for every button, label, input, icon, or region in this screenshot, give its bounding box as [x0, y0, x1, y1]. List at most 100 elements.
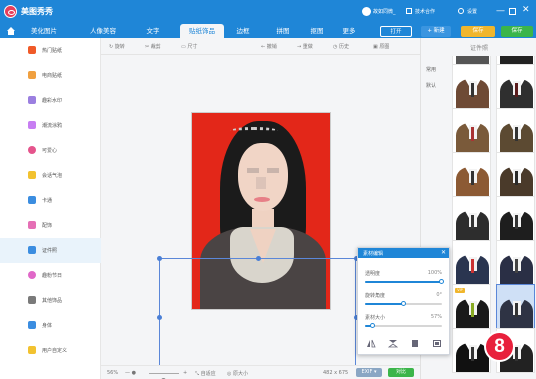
size-label: 尺寸: [187, 44, 198, 50]
shop-icon: [28, 71, 36, 79]
close-icon[interactable]: ✕: [522, 5, 530, 15]
suit-thumbnail[interactable]: [496, 108, 535, 153]
original-button[interactable]: ▣ 原图: [373, 43, 389, 50]
opacity-value: 100%: [427, 270, 442, 276]
suit-thumbnail[interactable]: [496, 284, 535, 329]
festival-icon: [28, 271, 36, 279]
sidebar-item[interactable]: 可爱心: [0, 138, 101, 163]
rotate-angle-slider[interactable]: [365, 301, 442, 306]
fit-button[interactable]: ⤡ 自适应: [195, 370, 216, 377]
tab-collage[interactable]: 拼图: [268, 24, 298, 38]
original-size-label: 原大小: [232, 371, 248, 377]
sidebar-item[interactable]: 身体: [0, 313, 101, 338]
sidebar-item[interactable]: 会话气泡: [0, 163, 101, 188]
sidebar-item[interactable]: 趣彩水印: [0, 88, 101, 113]
app-window: 美图秀秀 故如同微_ 技术合作 设置 — ✕ 美化图片 人像美容 文字 贴纸饰品…: [0, 0, 536, 379]
rotate-angle-label: 旋转角度: [365, 293, 386, 299]
sticker-selection-box[interactable]: [157, 256, 359, 378]
suit-tie: [515, 347, 518, 361]
new-button-label: 新建: [433, 28, 445, 34]
suit-tie: [471, 347, 474, 361]
resize-handle-left[interactable]: [157, 315, 162, 320]
sidebar-item[interactable]: 潮流涂鸦: [0, 113, 101, 138]
save-as-button[interactable]: 保存: [461, 26, 495, 37]
opacity-label: 透明度: [365, 271, 381, 277]
tab-frames[interactable]: 边框: [228, 24, 258, 38]
suit-thumbnail[interactable]: [496, 152, 535, 197]
rotate-tool[interactable]: ↻ 旋转: [109, 43, 125, 50]
open-button[interactable]: 打开: [380, 26, 412, 37]
tab-default[interactable]: 默认: [426, 82, 436, 89]
maximize-icon[interactable]: [509, 8, 516, 15]
suit-thumbnail[interactable]: [452, 240, 491, 285]
suit-thumbnail[interactable]: [496, 196, 535, 241]
vip-badge: VIP: [455, 288, 465, 293]
sidebar-item[interactable]: 卡通: [0, 188, 101, 213]
flip-horizontal-icon[interactable]: [366, 339, 376, 348]
tab-more[interactable]: 更多: [334, 24, 364, 38]
tech-cooperation-link[interactable]: 技术合作: [415, 8, 435, 15]
save-button[interactable]: 保存: [501, 26, 533, 37]
layer-icon[interactable]: [410, 339, 420, 348]
compare-label: 对比: [395, 369, 406, 375]
suit-thumbnail[interactable]: VIP: [452, 284, 491, 329]
zoom-in-button[interactable]: +: [183, 370, 187, 376]
sidebar-item[interactable]: 配饰: [0, 213, 101, 238]
tab-stickers[interactable]: 贴纸饰品: [180, 24, 224, 38]
sidebar-item[interactable]: 用户自定义: [0, 338, 101, 363]
main-nav: 美化图片 人像美容 文字 贴纸饰品 边框 拼图 抠图 更多 打开 + 新建 保存…: [0, 24, 536, 38]
opacity-slider-knob[interactable]: [439, 279, 444, 284]
suit-thumbnail[interactable]: [452, 64, 491, 109]
suit-thumbnail[interactable]: [452, 196, 491, 241]
size-tool[interactable]: ▭ 尺寸: [181, 43, 197, 50]
home-icon[interactable]: [7, 27, 15, 35]
user-avatar[interactable]: [362, 7, 371, 16]
original-size-button[interactable]: ◎ 原大小: [227, 370, 248, 377]
zoom-slider[interactable]: [149, 373, 179, 379]
gear-icon: [458, 8, 464, 14]
tab-cutout[interactable]: 抠图: [302, 24, 332, 38]
undo-button[interactable]: ← 撤销: [261, 43, 277, 50]
suit-thumbnail[interactable]: [452, 152, 491, 197]
suit-tie: [515, 127, 518, 141]
tab-beautify[interactable]: 美化图片: [23, 24, 65, 38]
history-button[interactable]: ◷ 历史: [333, 43, 349, 50]
suit-thumbnail[interactable]: [496, 64, 535, 109]
copy-icon[interactable]: [432, 339, 442, 348]
minimize-icon[interactable]: —: [496, 6, 505, 16]
new-button[interactable]: + 新建: [421, 26, 451, 37]
tab-portrait[interactable]: 人像美容: [82, 24, 124, 38]
compare-button[interactable]: 对比: [388, 368, 414, 377]
flip-vertical-icon[interactable]: [387, 339, 399, 348]
opacity-slider[interactable]: [365, 279, 444, 284]
material-size-slider[interactable]: [365, 323, 442, 328]
sidebar-item[interactable]: 其他饰品: [0, 288, 101, 313]
sidebar-item-label: 其他饰品: [42, 298, 63, 304]
sidebar-item[interactable]: 电商贴纸: [0, 63, 101, 88]
user-name[interactable]: 故如同微_: [373, 8, 396, 15]
photo-tiara: [230, 127, 278, 135]
resize-handle-top[interactable]: [256, 256, 261, 261]
sidebar-item[interactable]: 热门贴纸: [0, 38, 101, 63]
settings-link[interactable]: 设置: [467, 8, 477, 15]
sidebar-item-label: 电商贴纸: [42, 73, 63, 79]
handshake-icon: [406, 8, 412, 14]
tab-frequent[interactable]: 常用: [426, 66, 436, 73]
redo-button[interactable]: → 重做: [297, 43, 313, 50]
material-size-label: 素材大小: [365, 315, 386, 321]
crop-tool[interactable]: ✂ 裁剪: [145, 43, 161, 50]
sidebar-item[interactable]: 证件照: [0, 238, 101, 263]
resize-handle-top-left[interactable]: [157, 256, 162, 261]
suit-tie: [471, 127, 474, 141]
tab-text[interactable]: 文字: [138, 24, 168, 38]
suit-thumbnail[interactable]: [496, 240, 535, 285]
material-size-slider-knob[interactable]: [370, 323, 376, 328]
sidebar-item[interactable]: 趣粉节日: [0, 263, 101, 288]
rotate-angle-slider-knob[interactable]: [400, 301, 406, 306]
zoom-out-button[interactable]: — ●: [125, 370, 136, 376]
suit-thumbnail[interactable]: [452, 108, 491, 153]
custom-icon: [28, 346, 36, 354]
editor-close-icon[interactable]: ✕: [441, 249, 446, 256]
exif-button[interactable]: EXIF ▾: [356, 368, 382, 377]
sidebar-item-label: 潮流涂鸦: [42, 123, 63, 129]
